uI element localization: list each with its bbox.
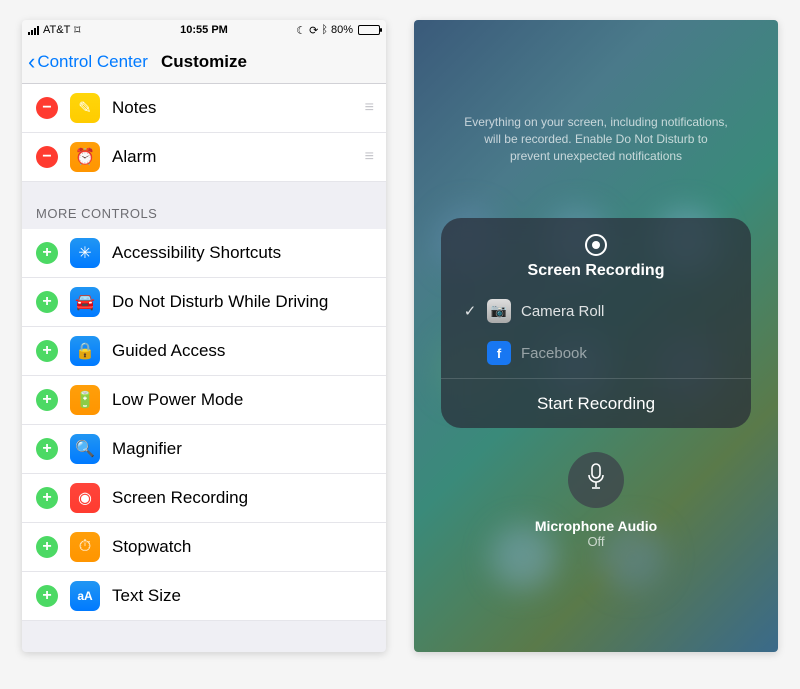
microphone-toggle[interactable]: [568, 452, 624, 508]
record-icon: ◉: [70, 483, 100, 513]
list-item[interactable]: + ◉ Screen Recording: [22, 474, 386, 523]
battery-mode-icon: 🔋: [70, 385, 100, 415]
add-button[interactable]: +: [36, 585, 58, 607]
record-circle-icon: [585, 234, 607, 256]
start-recording-button[interactable]: Start Recording: [441, 378, 751, 428]
destination-camera-roll[interactable]: ✓ 📷 Camera Roll: [441, 290, 751, 332]
magnifier-icon: 🔍: [70, 434, 100, 464]
remove-button[interactable]: −: [36, 97, 58, 119]
car-icon: 🚘: [70, 287, 100, 317]
row-label: Low Power Mode: [112, 390, 243, 410]
lock-icon: 🔒: [70, 336, 100, 366]
list-item[interactable]: + ✳ Accessibility Shortcuts: [22, 229, 386, 278]
back-label: Control Center: [37, 52, 148, 72]
panel-title: Screen Recording: [441, 262, 751, 280]
included-list: − ✎ Notes ≡ − ⏰ Alarm ≡: [22, 84, 386, 182]
drag-handle-icon[interactable]: ≡: [365, 148, 372, 166]
text-size-icon: aA: [70, 581, 100, 611]
list-item[interactable]: + 🔋 Low Power Mode: [22, 376, 386, 425]
back-button[interactable]: ‹ Control Center: [22, 49, 148, 75]
section-header: MORE CONTROLS: [22, 182, 386, 229]
notes-icon: ✎: [70, 93, 100, 123]
list-item[interactable]: + ⏱ Stopwatch: [22, 523, 386, 572]
checkmark-icon: ✓: [461, 302, 479, 320]
row-label: Guided Access: [112, 341, 225, 361]
mic-label: Microphone Audio: [535, 518, 657, 534]
list-item[interactable]: + 🔒 Guided Access: [22, 327, 386, 376]
row-label: Screen Recording: [112, 488, 248, 508]
destination-label: Facebook: [521, 345, 587, 362]
more-controls-list: + ✳ Accessibility Shortcuts + 🚘 Do Not D…: [22, 229, 386, 621]
stopwatch-icon: ⏱: [70, 532, 100, 562]
add-button[interactable]: +: [36, 438, 58, 460]
camera-icon: 📷: [487, 299, 511, 323]
facebook-icon: f: [487, 341, 511, 365]
microphone-icon: [586, 463, 606, 498]
list-item[interactable]: − ⏰ Alarm ≡: [22, 133, 386, 182]
add-button[interactable]: +: [36, 536, 58, 558]
row-label: Alarm: [112, 147, 156, 167]
add-button[interactable]: +: [36, 291, 58, 313]
mic-state: Off: [587, 534, 604, 549]
list-item[interactable]: + 🔍 Magnifier: [22, 425, 386, 474]
nav-bar: ‹ Control Center Customize: [22, 40, 386, 84]
battery-icon: [358, 25, 380, 35]
destination-label: Camera Roll: [521, 303, 604, 320]
drag-handle-icon[interactable]: ≡: [365, 99, 372, 117]
status-time: 10:55 PM: [22, 24, 386, 36]
accessibility-icon: ✳: [70, 238, 100, 268]
alarm-icon: ⏰: [70, 142, 100, 172]
add-button[interactable]: +: [36, 242, 58, 264]
row-label: Notes: [112, 98, 156, 118]
recording-hint: Everything on your screen, including not…: [414, 114, 778, 164]
list-item[interactable]: + 🚘 Do Not Disturb While Driving: [22, 278, 386, 327]
chevron-left-icon: ‹: [28, 49, 35, 75]
status-bar: AT&T ⌑ 10:55 PM ☾ ⟳ ᛒ 80%: [22, 20, 386, 40]
row-label: Accessibility Shortcuts: [112, 243, 281, 263]
add-button[interactable]: +: [36, 340, 58, 362]
screen-recording-sheet: Everything on your screen, including not…: [414, 20, 778, 652]
row-label: Stopwatch: [112, 537, 191, 557]
remove-button[interactable]: −: [36, 146, 58, 168]
row-label: Text Size: [112, 586, 181, 606]
add-button[interactable]: +: [36, 487, 58, 509]
settings-screen: AT&T ⌑ 10:55 PM ☾ ⟳ ᛒ 80% ‹ Control Cent…: [22, 20, 386, 652]
list-item[interactable]: + aA Text Size: [22, 572, 386, 621]
list-item[interactable]: − ✎ Notes ≡: [22, 84, 386, 133]
row-label: Magnifier: [112, 439, 182, 459]
add-button[interactable]: +: [36, 389, 58, 411]
destination-facebook[interactable]: f Facebook: [441, 332, 751, 374]
row-label: Do Not Disturb While Driving: [112, 292, 328, 312]
recording-panel: Screen Recording ✓ 📷 Camera Roll f Faceb…: [441, 218, 751, 428]
